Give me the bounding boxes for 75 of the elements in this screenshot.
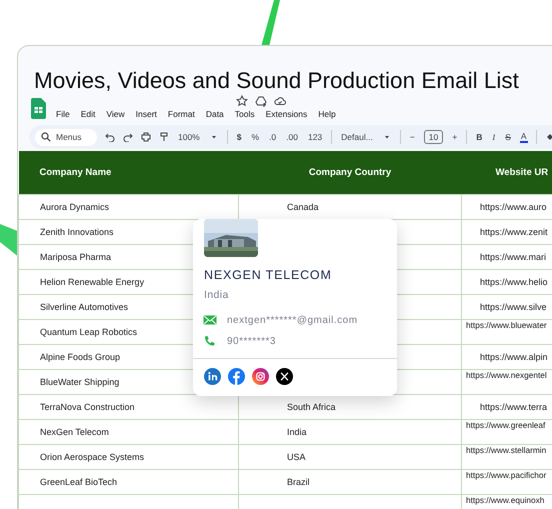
table-cell: India — [287, 427, 307, 437]
decrease-decimal-button[interactable]: .0 — [268, 132, 278, 142]
column-header: Company Country — [308, 167, 392, 178]
phone-icon — [203, 335, 217, 347]
font-dropdown[interactable]: Defaul... — [340, 132, 374, 142]
redo-icon[interactable] — [123, 132, 133, 142]
paint-roller-icon[interactable] — [159, 132, 169, 142]
table-cell: https://www.silve — [480, 302, 547, 312]
table-cell: Brazil — [287, 477, 310, 487]
column-header: Website UR — [496, 167, 548, 178]
phone-text: 90*******3 — [227, 336, 276, 346]
print-icon[interactable] — [141, 132, 151, 142]
table-cell: https://www.terra — [480, 402, 548, 412]
table-cell: https://www.bluewater — [466, 320, 547, 330]
italic-button[interactable]: I — [491, 132, 496, 142]
table-cell: South Africa — [287, 402, 336, 412]
table-cell: NexGen Telecom — [40, 427, 109, 437]
undo-icon[interactable] — [105, 132, 115, 142]
menu-item[interactable]: Help — [318, 109, 336, 119]
menu-item[interactable]: Edit — [80, 109, 96, 119]
table-cell: https://www.stellarmin — [466, 446, 546, 455]
company-country: India — [204, 289, 229, 301]
search-icon — [41, 132, 51, 142]
decrease-font-size-button[interactable]: − — [408, 132, 416, 142]
table-cell: https://www.equinoxh — [466, 496, 544, 505]
table-cell: Aurora Dynamics — [40, 202, 110, 212]
menu-item[interactable]: Insert — [136, 109, 157, 119]
spreadsheet-logo-icon[interactable] — [31, 98, 46, 119]
company-name: NEXGEN TELECOM — [204, 268, 332, 282]
table-cell: Zenith Innovations — [40, 227, 114, 237]
column-header: Company Name — [40, 167, 112, 178]
currency-format-button[interactable]: $ — [236, 132, 242, 142]
strikethrough-button[interactable]: S — [504, 132, 512, 142]
font-size-field[interactable]: 10 — [424, 130, 444, 144]
percent-format-button[interactable]: % — [250, 132, 260, 142]
table-cell: https://www.helio — [480, 277, 548, 287]
email-text: nextgen*******@gmail.com — [227, 314, 358, 326]
search-field[interactable]: Menus — [35, 128, 97, 146]
table-cell: Orion Aerospace Systems — [40, 452, 144, 462]
cloud-icon[interactable] — [274, 95, 286, 107]
menu-item[interactable]: Data — [206, 109, 224, 119]
zoom-dropdown[interactable]: 100% — [177, 132, 201, 142]
table-cell: Mariposa Pharma — [40, 252, 112, 262]
table-cell: Canada — [287, 202, 319, 212]
table-cell: https://www.greenleaf — [466, 420, 546, 430]
bold-button[interactable]: B — [475, 132, 484, 142]
number-format-button[interactable]: 123 — [306, 132, 324, 142]
table-cell: BlueWater Shipping — [40, 377, 120, 387]
table-cell: https://www.nexgentel — [466, 370, 547, 380]
social-icon[interactable] — [276, 368, 293, 385]
text-color-button[interactable]: A — [520, 131, 528, 143]
menu-item[interactable]: Tools — [234, 109, 255, 119]
accent-stripe — [261, 0, 280, 47]
menu-item[interactable]: File — [56, 109, 70, 119]
increase-font-size-button[interactable]: + — [451, 132, 458, 142]
table-cell: https://www.zenit — [480, 227, 548, 237]
menu-item[interactable]: Extensions — [266, 109, 308, 119]
table-cell: Silverline Automotives — [40, 302, 128, 312]
increase-decimal-button[interactable]: .00 — [285, 132, 299, 142]
table-cell: TerraNova Construction — [40, 402, 135, 412]
table-cell: https://www.auro — [480, 202, 547, 212]
table-cell: https://www.mari — [480, 252, 546, 262]
table-cell: Quantum Leap Robotics — [40, 327, 138, 337]
table-cell: https://www.alpin — [480, 352, 548, 362]
table-cell: USA — [287, 452, 306, 462]
menu-item[interactable]: View — [106, 109, 125, 119]
drive-add-icon[interactable] — [255, 95, 267, 107]
document-title: Movies, Videos and Sound Production Email List — [34, 67, 520, 95]
table-cell: Alpine Foods Group — [40, 352, 120, 362]
table-cell: https://www.pacifichor — [466, 470, 546, 480]
table-cell: GreenLeaf BioTech — [40, 477, 118, 487]
table-cell: Helion Renewable Energy — [40, 277, 144, 287]
mail-icon — [203, 314, 217, 326]
menu-item[interactable]: Format — [168, 109, 195, 119]
star-icon[interactable] — [236, 95, 248, 107]
